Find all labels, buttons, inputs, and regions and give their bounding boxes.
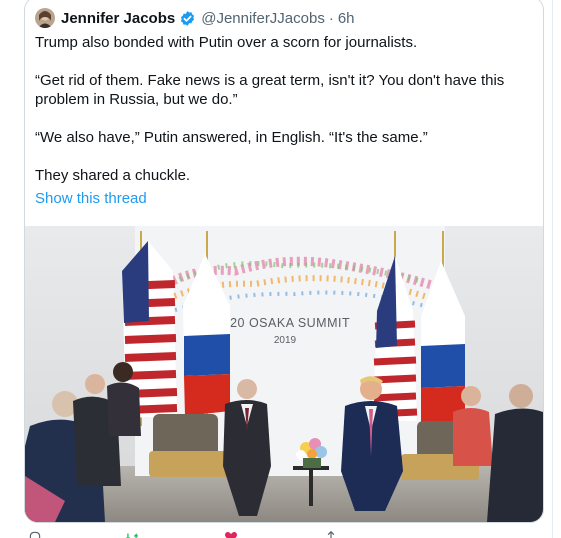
backdrop-title: G20 OSAKA SUMMIT	[220, 316, 350, 330]
reply-icon[interactable]	[28, 530, 42, 538]
backdrop-year: 2019	[274, 335, 297, 346]
author-name[interactable]: Jennifer Jacobs	[61, 10, 175, 27]
tweet-photo[interactable]: G20 OSAKA SUMMIT 2019	[25, 226, 543, 522]
verified-badge-icon	[179, 10, 196, 27]
retweet-icon[interactable]	[124, 530, 140, 538]
share-icon[interactable]	[324, 530, 338, 538]
tweet-text-paragraph: “Get rid of them. Fake news is a great t…	[35, 72, 505, 108]
tweet-text-paragraph: Trump also bonded with Putin over a scor…	[35, 34, 418, 51]
like-icon[interactable]	[224, 530, 238, 538]
show-thread-link[interactable]: Show this thread	[35, 190, 147, 207]
tweet-timestamp[interactable]: 6h	[338, 10, 355, 27]
avatar[interactable]	[35, 8, 55, 28]
tweet-text-paragraph: “We also have,” Putin answered, in Engli…	[35, 129, 428, 146]
timeline-divider	[552, 0, 553, 538]
author-handle[interactable]: @JenniferJJacobs	[201, 10, 325, 27]
tweet-action-bar	[24, 527, 542, 538]
tweet-text-paragraph: They shared a chuckle.	[35, 167, 191, 184]
tweet-header: Jennifer Jacobs @JenniferJJacobs · 6h	[35, 8, 355, 28]
separator-dot: ·	[328, 9, 334, 27]
tweet-card[interactable]: Jennifer Jacobs @JenniferJJacobs · 6h Tr…	[24, 0, 544, 523]
